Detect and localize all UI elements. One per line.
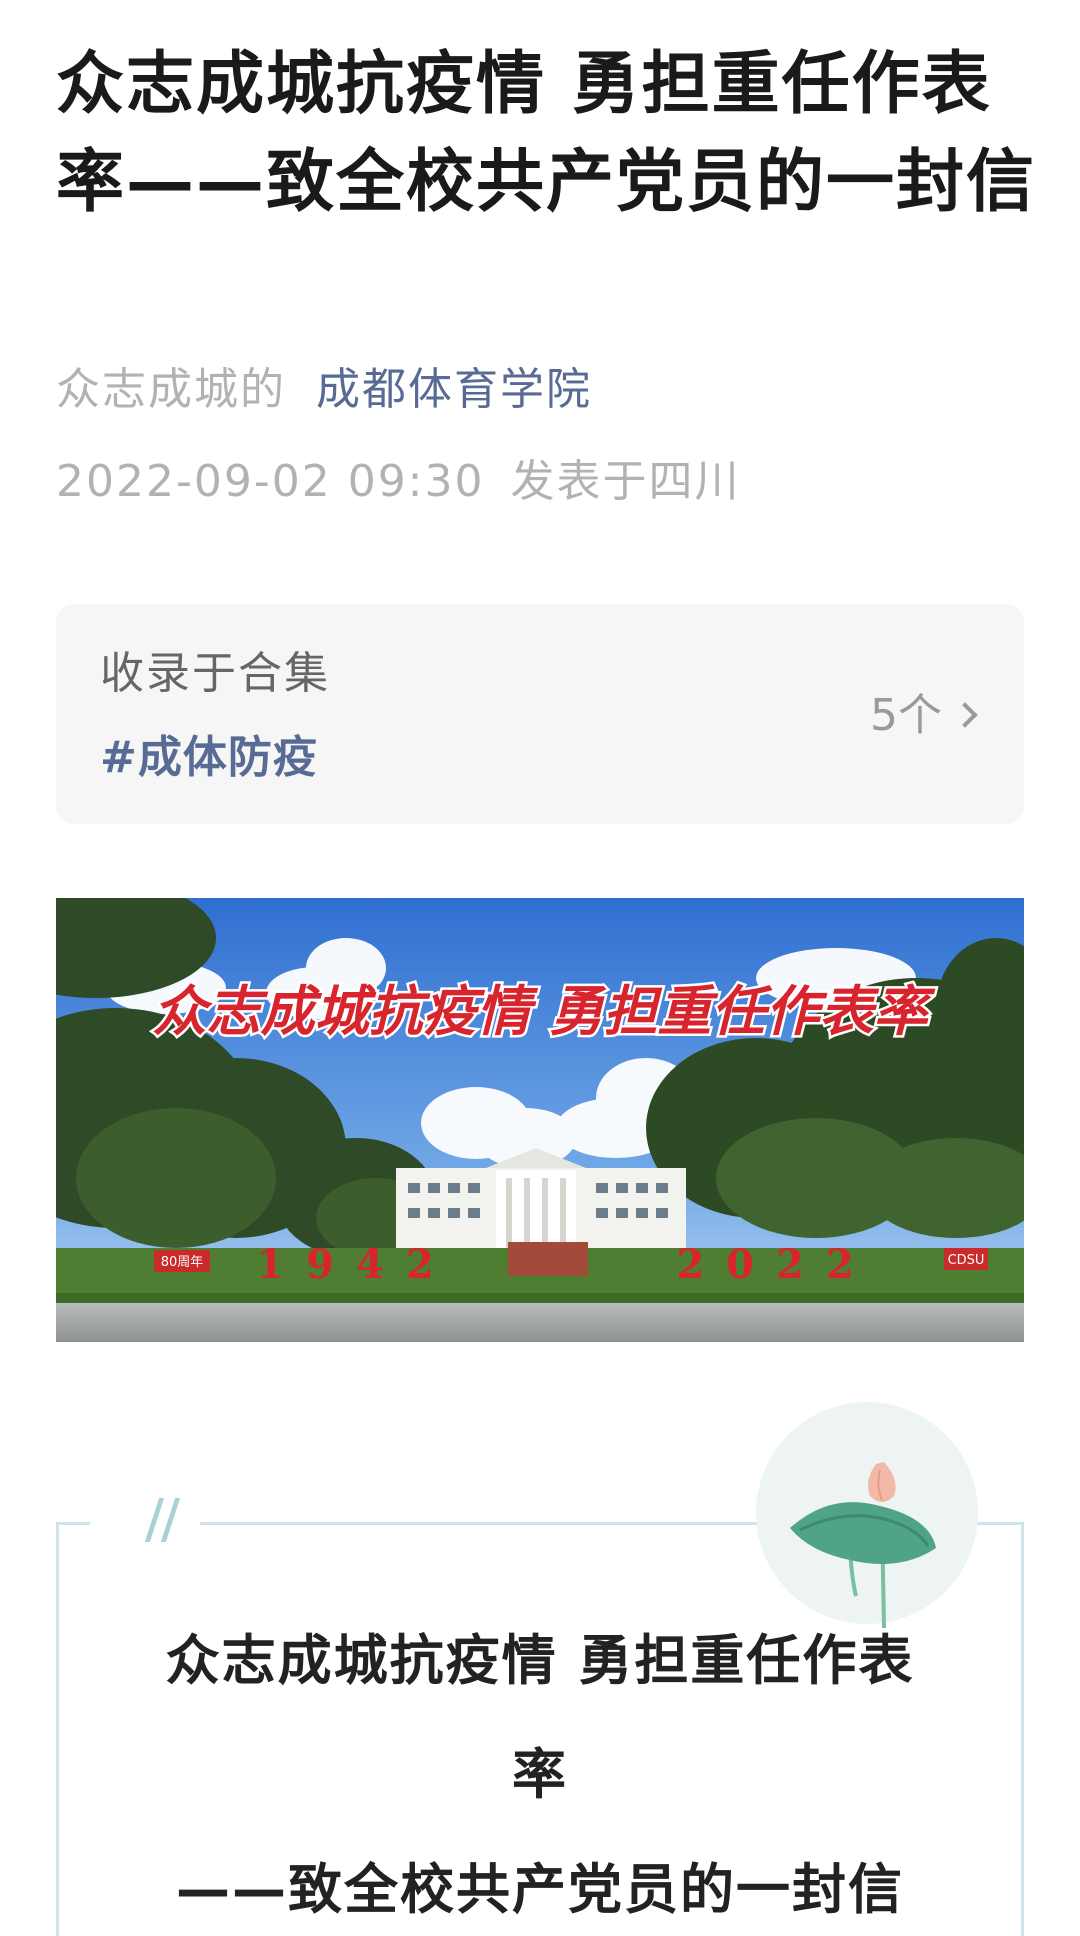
banner-year-start: 1942 [256, 1241, 455, 1288]
banner-sign-left: 80周年 [161, 1255, 204, 1270]
letter-title-line-3: ——致全校共产党员的一封信 [176, 1858, 904, 1921]
article-title: 众志成城抗疫情 勇担重任作表率——致全校共产党员的一封信 [56, 45, 1037, 222]
campus-banner-image[interactable]: 众志成城抗疫情 勇担重任作表率 1942 2022 80周年 CDSU [56, 898, 1024, 1342]
collection-count-button[interactable]: 5个 [870, 686, 978, 746]
lotus-icon [790, 1462, 936, 1629]
author-name: 众志成城的 [56, 364, 286, 415]
account-link[interactable]: 成都体育学院 [316, 364, 592, 415]
chevron-right-icon [952, 702, 978, 728]
collection-count: 5个 [870, 690, 942, 741]
article-page: 众志成城抗疫情 勇担重任作表率——致全校共产党员的一封信 众志成城的 成都体育学院… [0, 0, 1080, 1936]
letter-title-line-2: 率 [512, 1743, 568, 1806]
collection-tag[interactable]: #成体防疫 [100, 728, 318, 788]
collection-card[interactable]: 收录于合集 #成体防疫 5个 [56, 604, 1024, 824]
banner-year-end: 2022 [676, 1241, 875, 1288]
publish-location: 发表于四川 [510, 456, 741, 507]
banner-slogan: 众志成城抗疫情 勇担重任作表率 [153, 979, 937, 1043]
publish-info: 2022-09-02 09:30 发表于四川 [56, 452, 741, 512]
banner-sign-right: CDSU [948, 1253, 985, 1268]
article-meta: 众志成城的 成都体育学院 [56, 360, 592, 420]
double-slash-icon [90, 1490, 200, 1554]
letter-title-line-1: 众志成城抗疫情 勇担重任作表 [165, 1629, 915, 1692]
collection-label: 收录于合集 [100, 648, 330, 699]
publish-date: 2022-09-02 09:30 [56, 456, 485, 507]
